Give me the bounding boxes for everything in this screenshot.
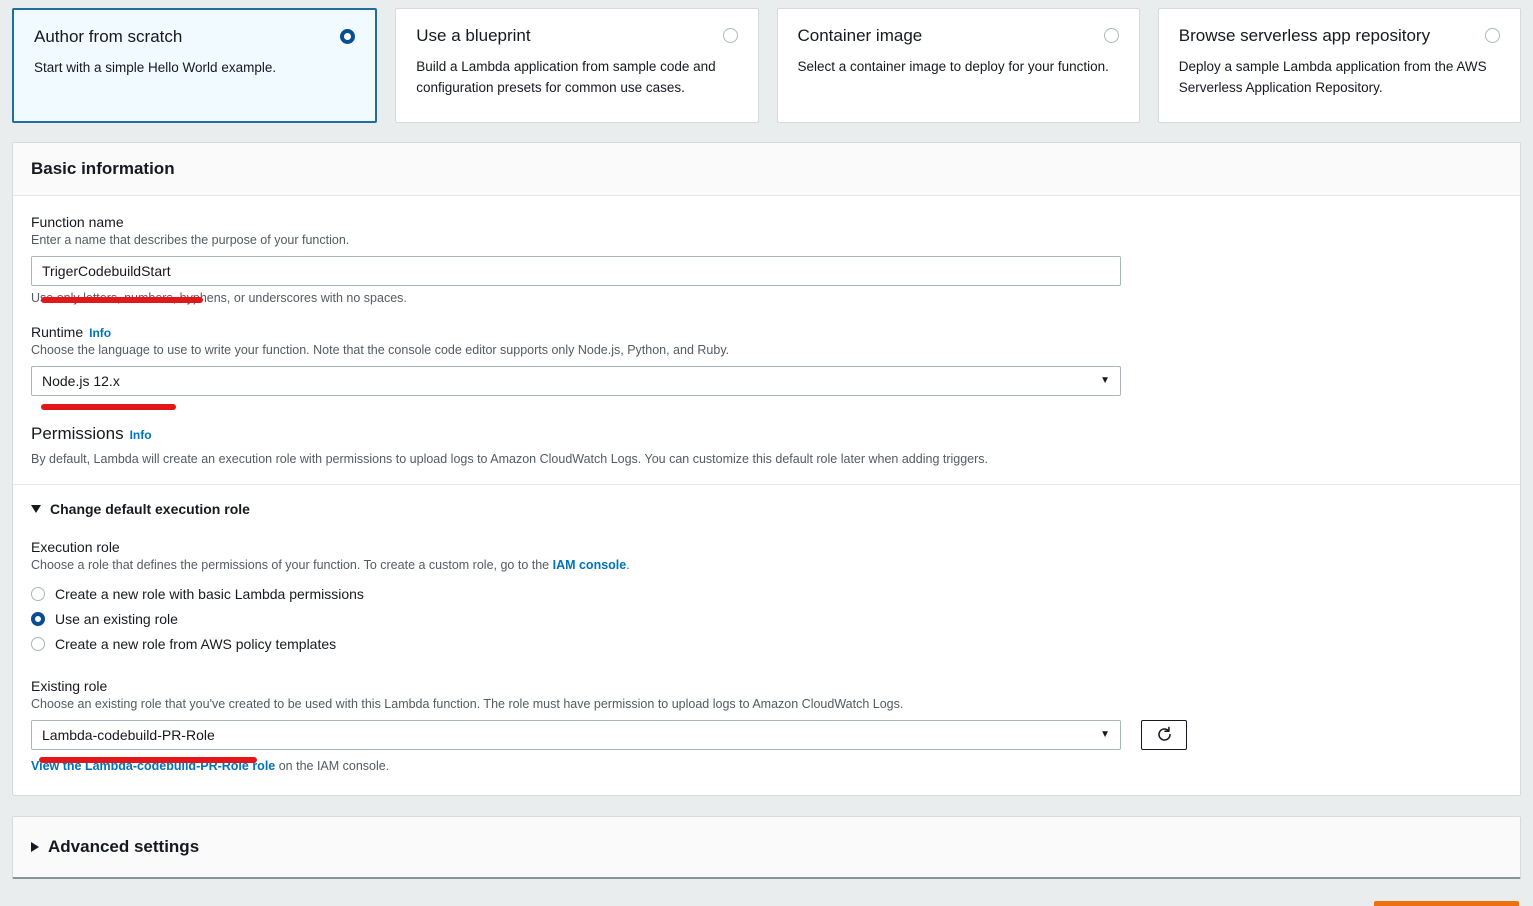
permissions-info-link[interactable]: Info (130, 428, 152, 442)
radio-label: Create a new role from AWS policy templa… (55, 635, 337, 652)
card-header: Container image (798, 25, 1119, 46)
function-name-hint: Enter a name that describes the purpose … (31, 233, 350, 247)
runtime-field-group: Runtime Info Choose the language to use t… (31, 324, 1502, 410)
runtime-select[interactable]: Node.js 12.x ▼ (31, 365, 1121, 396)
card-header: Browse serverless app repository (1179, 25, 1500, 46)
option-card-description: Start with a simple Hello World example. (34, 60, 277, 76)
radio-icon-browse-serverless-app-repository[interactable] (1485, 28, 1500, 43)
option-card-description: Build a Lambda application from sample c… (416, 59, 716, 95)
option-card-title: Use a blueprint (416, 26, 531, 45)
creation-method-card-group: Author from scratch Start with a simple … (0, 0, 1533, 123)
annotation-underline-function-name (41, 297, 203, 303)
radio-option-create-role-from-templates[interactable]: Create a new role from AWS policy templa… (31, 631, 1502, 656)
existing-role-hint: Choose an existing role that you've crea… (31, 697, 904, 711)
option-card-author-from-scratch[interactable]: Author from scratch Start with a simple … (12, 8, 378, 123)
change-default-execution-role-label: Change default execution role (50, 501, 250, 518)
option-card-title: Browse serverless app repository (1178, 26, 1431, 45)
advanced-settings-label: Advanced settings (48, 836, 200, 856)
radio-icon-author-from-scratch[interactable] (340, 29, 356, 44)
refresh-icon (1157, 726, 1171, 741)
radio-icon-use-existing-role[interactable] (31, 611, 45, 626)
runtime-hint: Choose the language to use to write your… (31, 342, 730, 357)
permissions-heading-row: Permissions Info (31, 424, 1502, 444)
function-name-field-group: Function name Enter a name that describe… (31, 214, 1502, 305)
advanced-settings-panel[interactable]: Advanced settings (12, 815, 1521, 879)
execution-role-hint: Choose a role that defines the permissio… (31, 556, 1502, 575)
chevron-down-icon: ▼ (1100, 375, 1110, 386)
view-role-suffix: on the IAM console. (275, 758, 390, 773)
execution-role-hint-suffix: . (626, 558, 630, 573)
execution-role-hint-text: Choose a role that defines the permissio… (31, 558, 553, 573)
permissions-group: Permissions Info By default, Lambda will … (31, 424, 1502, 469)
existing-role-control-row: Lambda-codebuild-PR-Role ▼ (31, 719, 1502, 750)
execution-role-label: Execution role (31, 539, 120, 556)
radio-option-create-new-role-basic[interactable]: Create a new role with basic Lambda perm… (31, 581, 1502, 606)
option-card-browse-serverless-app-repository[interactable]: Browse serverless app repository Deploy … (1157, 8, 1521, 123)
create-function-button-wrap: Create function (1374, 900, 1519, 906)
card-header: Use a blueprint (416, 25, 738, 46)
radio-label: Use an existing role (55, 610, 178, 627)
radio-option-use-existing-role[interactable]: Use an existing role (31, 606, 1502, 631)
radio-icon-container-image[interactable] (1103, 28, 1119, 43)
option-card-description: Select a container image to deploy for y… (797, 59, 1109, 75)
permissions-label: Permissions (31, 423, 124, 443)
existing-role-label: Existing role (31, 678, 108, 694)
function-name-sub-hint: Use only letters, numbers, hyphens, or u… (31, 290, 407, 305)
iam-console-link[interactable]: IAM console (553, 558, 627, 572)
runtime-selected-value: Node.js 12.x (42, 372, 120, 389)
existing-role-select[interactable]: Lambda-codebuild-PR-Role ▼ (31, 719, 1121, 750)
change-default-execution-role-expander[interactable]: Change default execution role (31, 501, 1502, 517)
radio-icon-use-a-blueprint[interactable] (722, 28, 738, 43)
option-card-container-image[interactable]: Container image Select a container image… (776, 8, 1140, 123)
advanced-settings-expander[interactable]: Advanced settings (31, 837, 1502, 857)
existing-role-group: Existing role Choose an existing role th… (31, 678, 1502, 773)
option-card-title: Author from scratch (34, 27, 183, 46)
option-card-title: Container image (797, 26, 923, 45)
existing-role-selected-value: Lambda-codebuild-PR-Role (42, 726, 215, 743)
section-divider (13, 484, 1520, 486)
permissions-hint: By default, Lambda will create an execut… (31, 451, 989, 466)
card-header: Author from scratch (34, 26, 356, 47)
chevron-right-icon (31, 841, 39, 852)
execution-role-group: Execution role Choose a role that define… (31, 539, 1502, 656)
panel-body: Function name Enter a name that describe… (13, 196, 1520, 795)
create-function-button[interactable]: Create function (1374, 900, 1519, 906)
form-actions: Cancel Create function (0, 879, 1533, 906)
refresh-roles-button[interactable] (1141, 719, 1187, 750)
function-name-label: Function name (31, 214, 124, 230)
runtime-label-row: Runtime Info (31, 324, 1502, 340)
chevron-down-icon: ▼ (1100, 729, 1110, 741)
radio-icon-create-new-role-basic[interactable] (31, 586, 45, 601)
function-name-input[interactable]: TrigerCodebuildStart (31, 255, 1121, 286)
annotation-underline-runtime (41, 403, 176, 410)
option-card-description: Deploy a sample Lambda application from … (1178, 59, 1487, 95)
runtime-info-link[interactable]: Info (89, 326, 111, 340)
radio-icon-create-role-from-templates[interactable] (31, 636, 45, 651)
panel-title: Basic information (13, 143, 1520, 196)
option-card-use-a-blueprint[interactable]: Use a blueprint Build a Lambda applicati… (395, 8, 759, 123)
basic-information-panel: Basic information Function name Enter a … (12, 142, 1521, 796)
annotation-underline-existing-role (39, 757, 257, 763)
radio-label: Create a new role with basic Lambda perm… (55, 585, 364, 602)
chevron-down-icon (31, 505, 41, 514)
runtime-label: Runtime (31, 323, 84, 340)
